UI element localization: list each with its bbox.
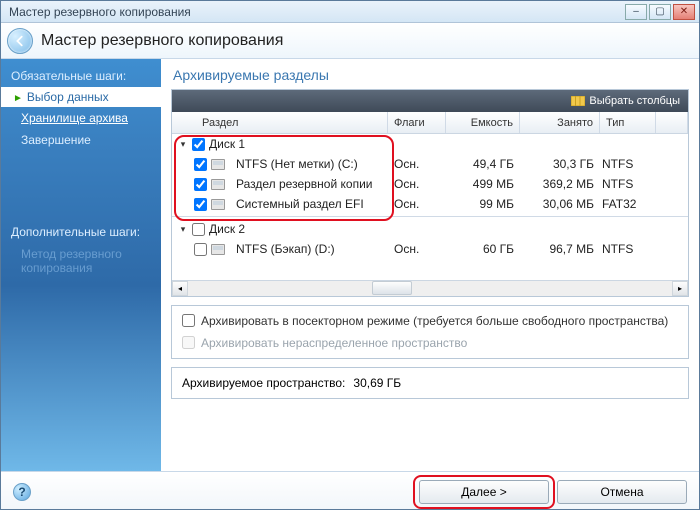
- partition-name: NTFS (Нет метки) (C:): [236, 157, 388, 171]
- footer: ? Далее > Отмена: [1, 471, 699, 510]
- partition-rows: ▾ Диск 1 NTFS (Нет метки) (C:) Осн. 49,4…: [172, 134, 688, 280]
- partition-checkbox[interactable]: [194, 198, 207, 211]
- scroll-right-button[interactable]: ▸: [672, 281, 688, 296]
- partition-flags: Осн.: [388, 157, 446, 171]
- partition-row[interactable]: NTFS (Нет метки) (C:) Осн. 49,4 ГБ 30,3 …: [172, 154, 688, 174]
- scroll-thumb[interactable]: [372, 281, 412, 295]
- window-buttons: – ▢ ✕: [625, 4, 695, 20]
- help-button[interactable]: ?: [13, 483, 31, 501]
- sidebar: Обязательные шаги: Выбор данных Хранилищ…: [1, 59, 161, 471]
- arrow-left-icon: [13, 34, 27, 48]
- partition-name: Системный раздел EFI: [236, 197, 388, 211]
- columns-icon: [571, 96, 585, 106]
- minimize-button[interactable]: –: [625, 4, 647, 20]
- sidebar-item-label: Выбор данных: [27, 90, 109, 104]
- wizard-buttons: Далее > Отмена: [419, 480, 687, 504]
- disk-name: Диск 2: [209, 222, 245, 236]
- summary-label: Архивируемое пространство:: [182, 376, 345, 390]
- header-title: Мастер резервного копирования: [41, 32, 283, 50]
- option-label: Архивировать нераспределенное пространст…: [201, 336, 467, 350]
- disk-group[interactable]: ▾ Диск 1: [172, 134, 688, 154]
- sidebar-item-label: Завершение: [21, 133, 91, 147]
- header: Мастер резервного копирования: [1, 23, 699, 59]
- maximize-button[interactable]: ▢: [649, 4, 671, 20]
- col-flags[interactable]: Флаги: [388, 112, 446, 133]
- disk-group[interactable]: ▾ Диск 2: [172, 219, 688, 239]
- col-capacity[interactable]: Емкость: [446, 112, 520, 133]
- sidebar-item-label: Метод резервного копирования: [21, 247, 122, 275]
- partition-row[interactable]: NTFS (Бэкап) (D:) Осн. 60 ГБ 96,7 МБ NTF…: [172, 239, 688, 259]
- partition-row[interactable]: Системный раздел EFI Осн. 99 МБ 30,06 МБ…: [172, 194, 688, 214]
- partition-used: 369,2 МБ: [520, 177, 600, 191]
- partition-flags: Осн.: [388, 177, 446, 191]
- column-headers: Раздел Флаги Емкость Занято Тип: [172, 112, 688, 134]
- option-sector-mode[interactable]: Архивировать в посекторном режиме (требу…: [182, 314, 678, 328]
- disk-icon: [211, 159, 225, 170]
- partition-name: Раздел резервной копии: [236, 177, 388, 191]
- partition-capacity: 60 ГБ: [446, 242, 520, 256]
- disk-checkbox[interactable]: [192, 138, 205, 151]
- summary-value: 30,69 ГБ: [353, 376, 401, 390]
- partition-type: NTFS: [600, 242, 656, 256]
- close-button[interactable]: ✕: [673, 4, 695, 20]
- choose-columns-button[interactable]: Выбрать столбцы: [589, 95, 680, 107]
- partition-used: 30,06 МБ: [520, 197, 600, 211]
- partition-capacity: 99 МБ: [446, 197, 520, 211]
- sidebar-item-archive-storage[interactable]: Хранилище архива: [1, 107, 161, 129]
- partition-used: 30,3 ГБ: [520, 157, 600, 171]
- partition-row[interactable]: Раздел резервной копии Осн. 499 МБ 369,2…: [172, 174, 688, 194]
- pane-toolbar: Выбрать столбцы: [172, 90, 688, 112]
- body: Обязательные шаги: Выбор данных Хранилищ…: [1, 59, 699, 471]
- disk-icon: [211, 199, 225, 210]
- partition-capacity: 49,4 ГБ: [446, 157, 520, 171]
- expand-icon[interactable]: ▾: [178, 139, 188, 150]
- scroll-left-button[interactable]: ◂: [172, 281, 188, 296]
- unallocated-checkbox: [182, 336, 195, 349]
- scroll-track[interactable]: [188, 281, 672, 296]
- main-panel: Архивируемые разделы Выбрать столбцы Раз…: [161, 59, 699, 471]
- partition-used: 96,7 МБ: [520, 242, 600, 256]
- partition-capacity: 499 МБ: [446, 177, 520, 191]
- sector-mode-checkbox[interactable]: [182, 314, 195, 327]
- wizard-window: Мастер резервного копирования – ▢ ✕ Маст…: [0, 0, 700, 510]
- cancel-button[interactable]: Отмена: [557, 480, 687, 504]
- col-partition[interactable]: Раздел: [172, 112, 388, 133]
- col-type[interactable]: Тип: [600, 112, 656, 133]
- disk-icon: [211, 244, 225, 255]
- partition-checkbox[interactable]: [194, 243, 207, 256]
- partition-checkbox[interactable]: [194, 178, 207, 191]
- partition-type: NTFS: [600, 157, 656, 171]
- partition-type: FAT32: [600, 197, 656, 211]
- sidebar-item-finish[interactable]: Завершение: [1, 129, 161, 151]
- sidebar-item-label: Хранилище архива: [21, 111, 128, 125]
- back-button[interactable]: [7, 28, 33, 54]
- expand-icon[interactable]: ▾: [178, 224, 188, 235]
- option-unallocated: Архивировать нераспределенное пространст…: [182, 336, 678, 350]
- next-button[interactable]: Далее >: [419, 480, 549, 504]
- option-label: Архивировать в посекторном режиме (требу…: [201, 314, 668, 328]
- disk-checkbox[interactable]: [192, 223, 205, 236]
- sidebar-required-label: Обязательные шаги:: [1, 65, 161, 87]
- partitions-pane: Выбрать столбцы Раздел Флаги Емкость Зан…: [171, 89, 689, 297]
- page-title: Архивируемые разделы: [173, 67, 689, 83]
- sidebar-item-backup-method: Метод резервного копирования: [1, 243, 161, 279]
- window-title: Мастер резервного копирования: [5, 5, 625, 19]
- partition-type: NTFS: [600, 177, 656, 191]
- sidebar-optional-label: Дополнительные шаги:: [1, 221, 161, 243]
- partition-flags: Осн.: [388, 242, 446, 256]
- partition-checkbox[interactable]: [194, 158, 207, 171]
- options-box: Архивировать в посекторном режиме (требу…: [171, 305, 689, 359]
- disk-name: Диск 1: [209, 137, 245, 151]
- col-used[interactable]: Занято: [520, 112, 600, 133]
- horizontal-scrollbar[interactable]: ◂ ▸: [172, 280, 688, 296]
- disk-icon: [211, 179, 225, 190]
- titlebar: Мастер резервного копирования – ▢ ✕: [1, 1, 699, 23]
- summary-box: Архивируемое пространство: 30,69 ГБ: [171, 367, 689, 399]
- partition-name: NTFS (Бэкап) (D:): [236, 242, 388, 256]
- partition-flags: Осн.: [388, 197, 446, 211]
- sidebar-item-select-data[interactable]: Выбор данных: [1, 87, 161, 107]
